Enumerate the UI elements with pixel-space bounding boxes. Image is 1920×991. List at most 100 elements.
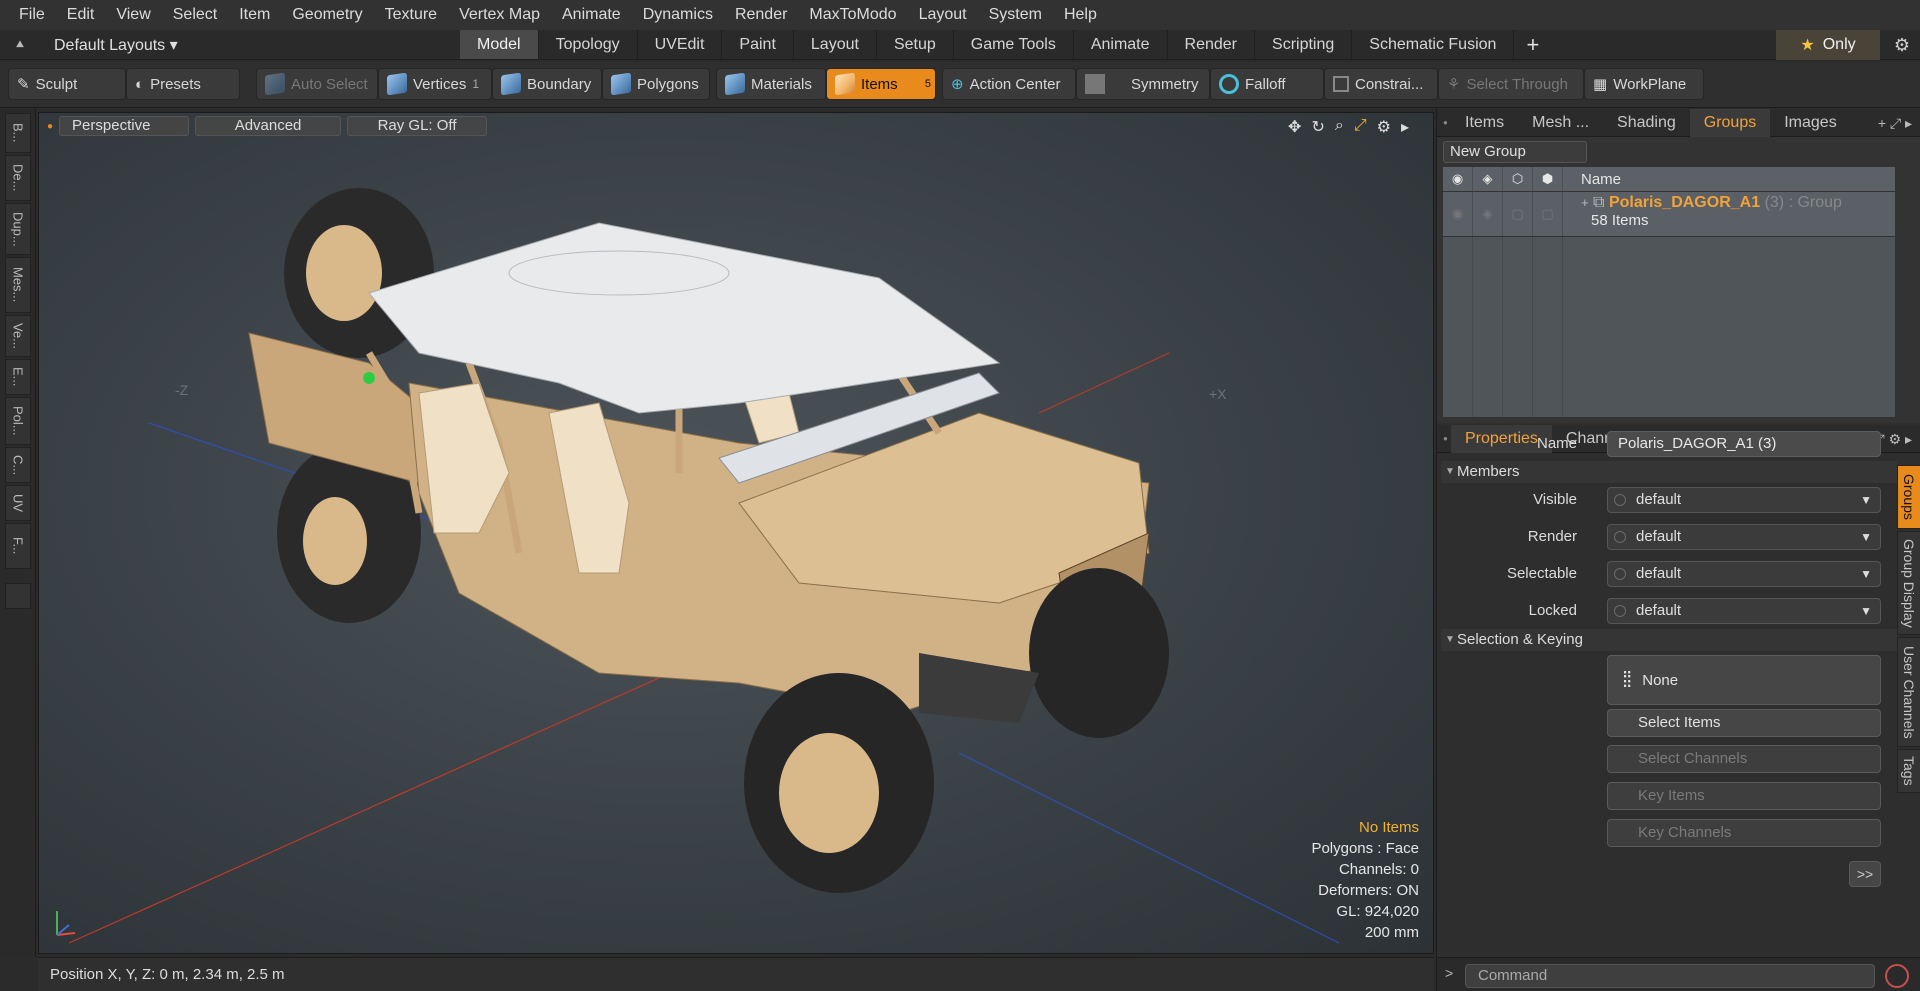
raygl-button[interactable]: Ray GL: Off (347, 116, 488, 136)
left-tab-vertex[interactable]: Ve... (5, 315, 31, 357)
tab-groups[interactable]: Groups (1689, 108, 1771, 137)
group-item[interactable]: + ⧉ Polaris_DAGOR_A1 (3) : Group 58 Item… (1563, 192, 1842, 236)
left-tab-extra[interactable] (5, 583, 31, 609)
menu-vertex-map[interactable]: Vertex Map (448, 0, 551, 30)
tab-layout[interactable]: Layout (794, 30, 877, 59)
left-tab-uv[interactable]: UV (5, 485, 31, 521)
menu-help[interactable]: Help (1053, 0, 1108, 30)
menu-render[interactable]: Render (724, 0, 798, 30)
menu-maxtomodo[interactable]: MaxToModo (798, 0, 907, 30)
render-toggle-icon[interactable]: ◈ (1473, 192, 1503, 236)
menu-edit[interactable]: Edit (56, 0, 106, 30)
view-type-button[interactable]: Perspective (59, 116, 190, 136)
render-column-icon[interactable]: ◈ (1473, 167, 1503, 191)
tab-model[interactable]: Model (460, 30, 539, 59)
constraints-button[interactable]: Constrai... (1324, 68, 1438, 100)
symmetry-button[interactable]: Symmetry (1076, 68, 1210, 100)
tab-schematic-fusion[interactable]: Schematic Fusion (1352, 30, 1515, 59)
select-channels-button[interactable]: Select Channels (1607, 745, 1881, 773)
pan-icon[interactable]: ✥ (1288, 117, 1301, 137)
layout-select[interactable]: Default Layouts ▾ (40, 35, 460, 55)
menu-dynamics[interactable]: Dynamics (632, 0, 724, 30)
select-column-icon[interactable]: ⬢ (1533, 167, 1563, 191)
lock-column-icon[interactable]: ⬡ (1503, 167, 1533, 191)
left-tab-polygon[interactable]: Pol... (5, 397, 31, 445)
sculpt-button[interactable]: ✎ Sculpt (8, 68, 126, 100)
visibility-column-icon[interactable]: ◉ (1443, 167, 1473, 191)
left-tab-curve[interactable]: C... (5, 447, 31, 483)
falloff-button[interactable]: Falloff (1210, 68, 1324, 100)
left-tab-basic[interactable]: B... (5, 113, 31, 153)
tab-game-tools[interactable]: Game Tools (954, 30, 1074, 59)
presets-button[interactable]: ◐ Presets (126, 68, 240, 100)
key-items-button[interactable]: Key Items (1607, 782, 1881, 810)
materials-button[interactable]: Materials (716, 68, 826, 100)
locked-select[interactable]: default ▼ (1607, 598, 1881, 624)
selectable-select[interactable]: default ▼ (1607, 561, 1881, 587)
tab-images[interactable]: Images (1770, 109, 1850, 137)
shading-mode-button[interactable]: Advanced (195, 116, 342, 136)
vertices-button[interactable]: Vertices 1 (378, 68, 492, 100)
menu-animate[interactable]: Animate (551, 0, 632, 30)
side-tab-user-channels[interactable]: User Channels (1897, 637, 1920, 747)
add-tab-button[interactable]: + (1514, 30, 1551, 60)
menu-system[interactable]: System (978, 0, 1053, 30)
menu-texture[interactable]: Texture (374, 0, 448, 30)
zoom-icon[interactable]: ⌕ (1335, 117, 1344, 137)
key-channels-button[interactable]: Key Channels (1607, 819, 1881, 847)
items-button[interactable]: Items 5 (826, 68, 936, 100)
new-group-button[interactable]: New Group (1443, 141, 1587, 163)
tab-shading[interactable]: Shading (1603, 109, 1690, 137)
none-selection-button[interactable]: ⁞⁞ None (1607, 655, 1881, 705)
side-tab-tags[interactable]: Tags (1897, 749, 1920, 793)
layout-collapse-icon[interactable]: ⯅ (0, 36, 40, 53)
left-tab-deform[interactable]: De... (5, 155, 31, 201)
tab-mesh[interactable]: Mesh ... (1518, 109, 1603, 137)
tab-animate[interactable]: Animate (1074, 30, 1168, 59)
menu-geometry[interactable]: Geometry (281, 0, 373, 30)
boundary-button[interactable]: Boundary (492, 68, 602, 100)
select-toggle-icon[interactable]: ▢ (1533, 192, 1563, 236)
lock-toggle-icon[interactable]: ▢ (1503, 192, 1533, 236)
viewport-expand-icon[interactable]: ▸ (1401, 117, 1409, 137)
left-tab-duplicate[interactable]: Dup... (5, 203, 31, 255)
menu-view[interactable]: View (105, 0, 161, 30)
more-button[interactable]: >> (1849, 861, 1881, 887)
tab-paint[interactable]: Paint (722, 30, 794, 59)
fit-icon[interactable]: ⤢ (1354, 117, 1367, 137)
group-row[interactable]: ◉ ◈ ▢ ▢ + ⧉ Polaris_DAGOR_A1 (3) : Group… (1443, 192, 1895, 236)
menu-file[interactable]: File (8, 0, 56, 30)
render-select[interactable]: default ▼ (1607, 524, 1881, 550)
tab-uvedit[interactable]: UVEdit (638, 30, 723, 59)
tab-scripting[interactable]: Scripting (1255, 30, 1353, 59)
menu-select[interactable]: Select (162, 0, 228, 30)
panel-expand-icon[interactable]: + ⤢ ▸ (1878, 109, 1912, 137)
tab-render[interactable]: Render (1168, 30, 1256, 59)
tab-items[interactable]: Items (1451, 109, 1518, 137)
left-tab-fusion[interactable]: F... (5, 523, 31, 569)
select-through-button[interactable]: ⚘ Select Through (1438, 68, 1584, 100)
tab-topology[interactable]: Topology (539, 30, 638, 59)
menu-layout[interactable]: Layout (908, 0, 978, 30)
side-tab-groups[interactable]: Groups (1897, 465, 1920, 529)
eye-icon[interactable]: ◉ (1443, 192, 1473, 236)
expand-icon[interactable]: + (1581, 195, 1589, 210)
left-tab-mesh-edit[interactable]: Mes... (5, 257, 31, 313)
command-input[interactable]: Command (1465, 964, 1875, 988)
only-toggle[interactable]: ★ Only (1776, 30, 1880, 60)
record-icon[interactable] (1885, 964, 1909, 988)
rotate-icon[interactable]: ↻ (1311, 117, 1324, 137)
visible-select[interactable]: default ▼ (1607, 487, 1881, 513)
polygons-button[interactable]: Polygons (602, 68, 710, 100)
3d-viewport[interactable]: -Z +X ● Perspective Advanced Ray GL: Off… (38, 112, 1434, 954)
name-input[interactable]: Polaris_DAGOR_A1 (3) (1607, 431, 1881, 457)
side-tab-group-display[interactable]: Group Display (1897, 531, 1920, 635)
workplane-button[interactable]: ▦ WorkPlane (1584, 68, 1704, 100)
tab-setup[interactable]: Setup (877, 30, 954, 59)
members-section[interactable]: ▼ Members (1441, 461, 1897, 483)
auto-select-button[interactable]: Auto Select (256, 68, 378, 100)
left-tab-edge[interactable]: E... (5, 359, 31, 395)
action-center-button[interactable]: ⊕ Action Center (942, 68, 1076, 100)
viewport-settings-icon[interactable]: ⚙ (1377, 117, 1391, 137)
menu-item[interactable]: Item (228, 0, 281, 30)
